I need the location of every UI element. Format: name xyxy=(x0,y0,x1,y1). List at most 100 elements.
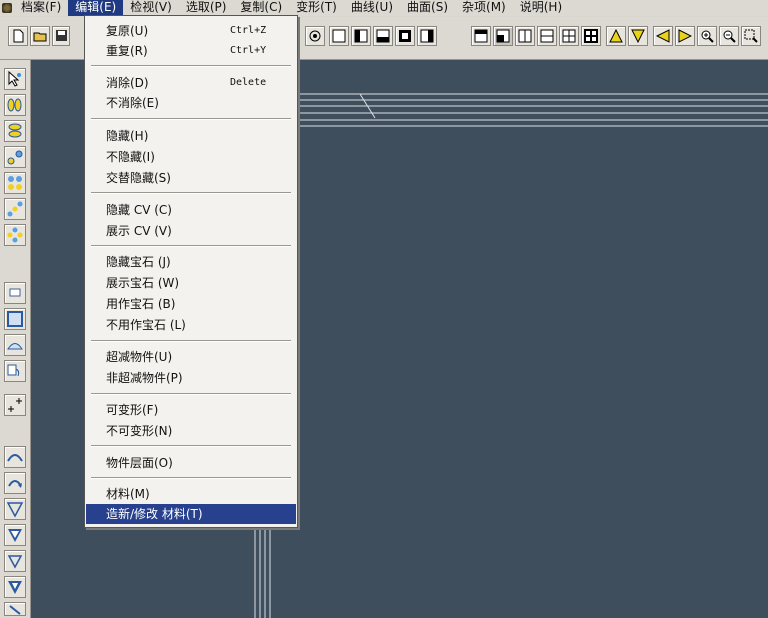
menu-separator xyxy=(91,118,291,120)
menu-separator xyxy=(91,393,291,395)
select-chain-button[interactable] xyxy=(4,198,26,220)
menu-item-redo[interactable]: 重复(R) Ctrl+Y xyxy=(86,41,296,61)
tool-plane-button[interactable] xyxy=(4,282,26,304)
split-vertical-icon xyxy=(518,29,532,43)
triangle-down-icon xyxy=(631,29,645,43)
menu-item-toggle-hide[interactable]: 交替隐藏(S) xyxy=(86,168,296,188)
new-file-button[interactable] xyxy=(8,26,28,46)
zoom-out-icon xyxy=(723,30,736,43)
menu-item-hide-cv[interactable]: 隐藏 CV (C) xyxy=(86,200,296,220)
view-left-icon xyxy=(354,29,368,43)
select-points-button[interactable] xyxy=(4,68,26,90)
select-objects-button[interactable] xyxy=(4,94,26,116)
tool-cone-bold-button[interactable] xyxy=(4,576,26,598)
menu-item-material[interactable]: 材料(M) xyxy=(86,484,296,504)
menu-item-object-layer[interactable]: 物件层面(O) xyxy=(86,453,296,473)
menu-file[interactable]: 档案(F) xyxy=(14,0,68,16)
select-cluster-button[interactable] xyxy=(4,224,26,246)
tool-cone-filled-button[interactable] xyxy=(4,524,26,546)
cv-points-icon xyxy=(7,150,23,165)
menu-item-hide[interactable]: 隐藏(H) xyxy=(86,126,296,146)
menu-separator xyxy=(91,65,291,67)
arrow-down-button[interactable] xyxy=(628,26,648,46)
menu-item-undo[interactable]: 复原(U) Ctrl+Z xyxy=(86,21,296,41)
tool-cone-small-button[interactable] xyxy=(4,550,26,572)
menu-item-new-edit-material[interactable]: 造新/修改 材料(T) xyxy=(86,504,296,524)
app-icon xyxy=(2,3,12,13)
menu-item-show-gems[interactable]: 展示宝石 (W) xyxy=(86,273,296,293)
tool-points-button[interactable] xyxy=(4,394,26,416)
triangle-left-icon xyxy=(656,29,670,43)
split-horizontal-icon xyxy=(540,29,554,43)
view-bottom-icon xyxy=(376,29,390,43)
menu-item-not-gem[interactable]: 不用作宝石 (L) xyxy=(86,315,296,335)
menu-help[interactable]: 说明(H) xyxy=(513,0,569,16)
tool-misc-button[interactable] xyxy=(4,602,26,616)
triangle-right-icon xyxy=(678,29,692,43)
menu-transform[interactable]: 变形(T) xyxy=(289,0,344,16)
zoom-window-button[interactable] xyxy=(741,26,761,46)
view-split-horizontal-button[interactable] xyxy=(537,26,557,46)
menu-select[interactable]: 选取(P) xyxy=(179,0,234,16)
view-top-button[interactable] xyxy=(471,26,491,46)
tool-rectangle-button[interactable] xyxy=(4,308,26,330)
cone-small-icon xyxy=(7,555,23,569)
cone-outline-icon xyxy=(6,502,24,518)
menu-item-not-deformable[interactable]: 不可变形(N) xyxy=(86,421,296,441)
view-frame-button[interactable] xyxy=(395,26,415,46)
menu-item-use-as-gem[interactable]: 用作宝石 (B) xyxy=(86,294,296,314)
menu-misc[interactable]: 杂项(M) xyxy=(455,0,513,16)
menu-item-hide-gems[interactable]: 隐藏宝石 (J) xyxy=(86,252,296,272)
menu-edit[interactable]: 编辑(E) xyxy=(68,0,124,16)
select-arrow-icon xyxy=(8,70,21,87)
view-right-icon xyxy=(420,29,434,43)
menu-item-show-cv[interactable]: 展示 CV (V) xyxy=(86,221,296,241)
render-icon xyxy=(309,30,321,42)
objects-icon xyxy=(7,98,22,112)
menu-separator xyxy=(91,245,291,247)
arrow-left-button[interactable] xyxy=(653,26,673,46)
save-button[interactable] xyxy=(52,26,70,46)
tool-dome-button[interactable] xyxy=(4,334,26,356)
arrow-up-button[interactable] xyxy=(606,26,626,46)
view-single-button[interactable] xyxy=(329,26,349,46)
view-bottom-button[interactable] xyxy=(373,26,393,46)
open-file-button[interactable] xyxy=(30,26,50,46)
menu-item-delete[interactable]: 消除(D) Delete xyxy=(86,73,296,93)
view-top-icon xyxy=(474,29,488,43)
arrow-right-button[interactable] xyxy=(675,26,695,46)
view-split-vertical-button[interactable] xyxy=(515,26,535,46)
menu-copy[interactable]: 复制(C) xyxy=(233,0,289,16)
view-left-button[interactable] xyxy=(351,26,371,46)
menu-item-deformable[interactable]: 可变形(F) xyxy=(86,400,296,420)
tool-cone-button[interactable] xyxy=(4,498,26,520)
zoom-window-icon xyxy=(744,29,758,43)
extrude-icon xyxy=(7,364,20,377)
view-corner-button[interactable] xyxy=(493,26,513,46)
zoom-in-button[interactable] xyxy=(697,26,717,46)
tool-palette xyxy=(0,60,31,618)
tool-arc-arrow-button[interactable] xyxy=(4,472,26,494)
view-four-button[interactable] xyxy=(559,26,579,46)
render-button[interactable] xyxy=(305,26,325,46)
menu-item-non-subtract-object[interactable]: 非超减物件(P) xyxy=(86,368,296,388)
menu-item-undelete[interactable]: 不消除(E) xyxy=(86,93,296,113)
four-views-bold-icon xyxy=(584,29,598,43)
cone-filled-icon xyxy=(8,529,22,542)
tool-arc-up-button[interactable] xyxy=(4,446,26,468)
arc-up-icon xyxy=(7,454,23,462)
tool-extrude-button[interactable] xyxy=(4,360,26,382)
select-curves-button[interactable] xyxy=(4,120,26,142)
menu-curve[interactable]: 曲线(U) xyxy=(344,0,400,16)
menu-surface[interactable]: 曲面(S) xyxy=(400,0,455,16)
view-four-bold-button[interactable] xyxy=(581,26,601,46)
menu-view[interactable]: 检视(V) xyxy=(123,0,179,16)
menu-item-unhide[interactable]: 不隐藏(I) xyxy=(86,147,296,167)
view-right-button[interactable] xyxy=(417,26,437,46)
zoom-out-button[interactable] xyxy=(719,26,739,46)
save-icon xyxy=(56,30,67,41)
select-groups-button[interactable] xyxy=(4,172,26,194)
menu-item-subtract-object[interactable]: 超减物件(U) xyxy=(86,347,296,367)
select-cv-button[interactable] xyxy=(4,146,26,168)
misc-tool-icon xyxy=(9,605,21,615)
